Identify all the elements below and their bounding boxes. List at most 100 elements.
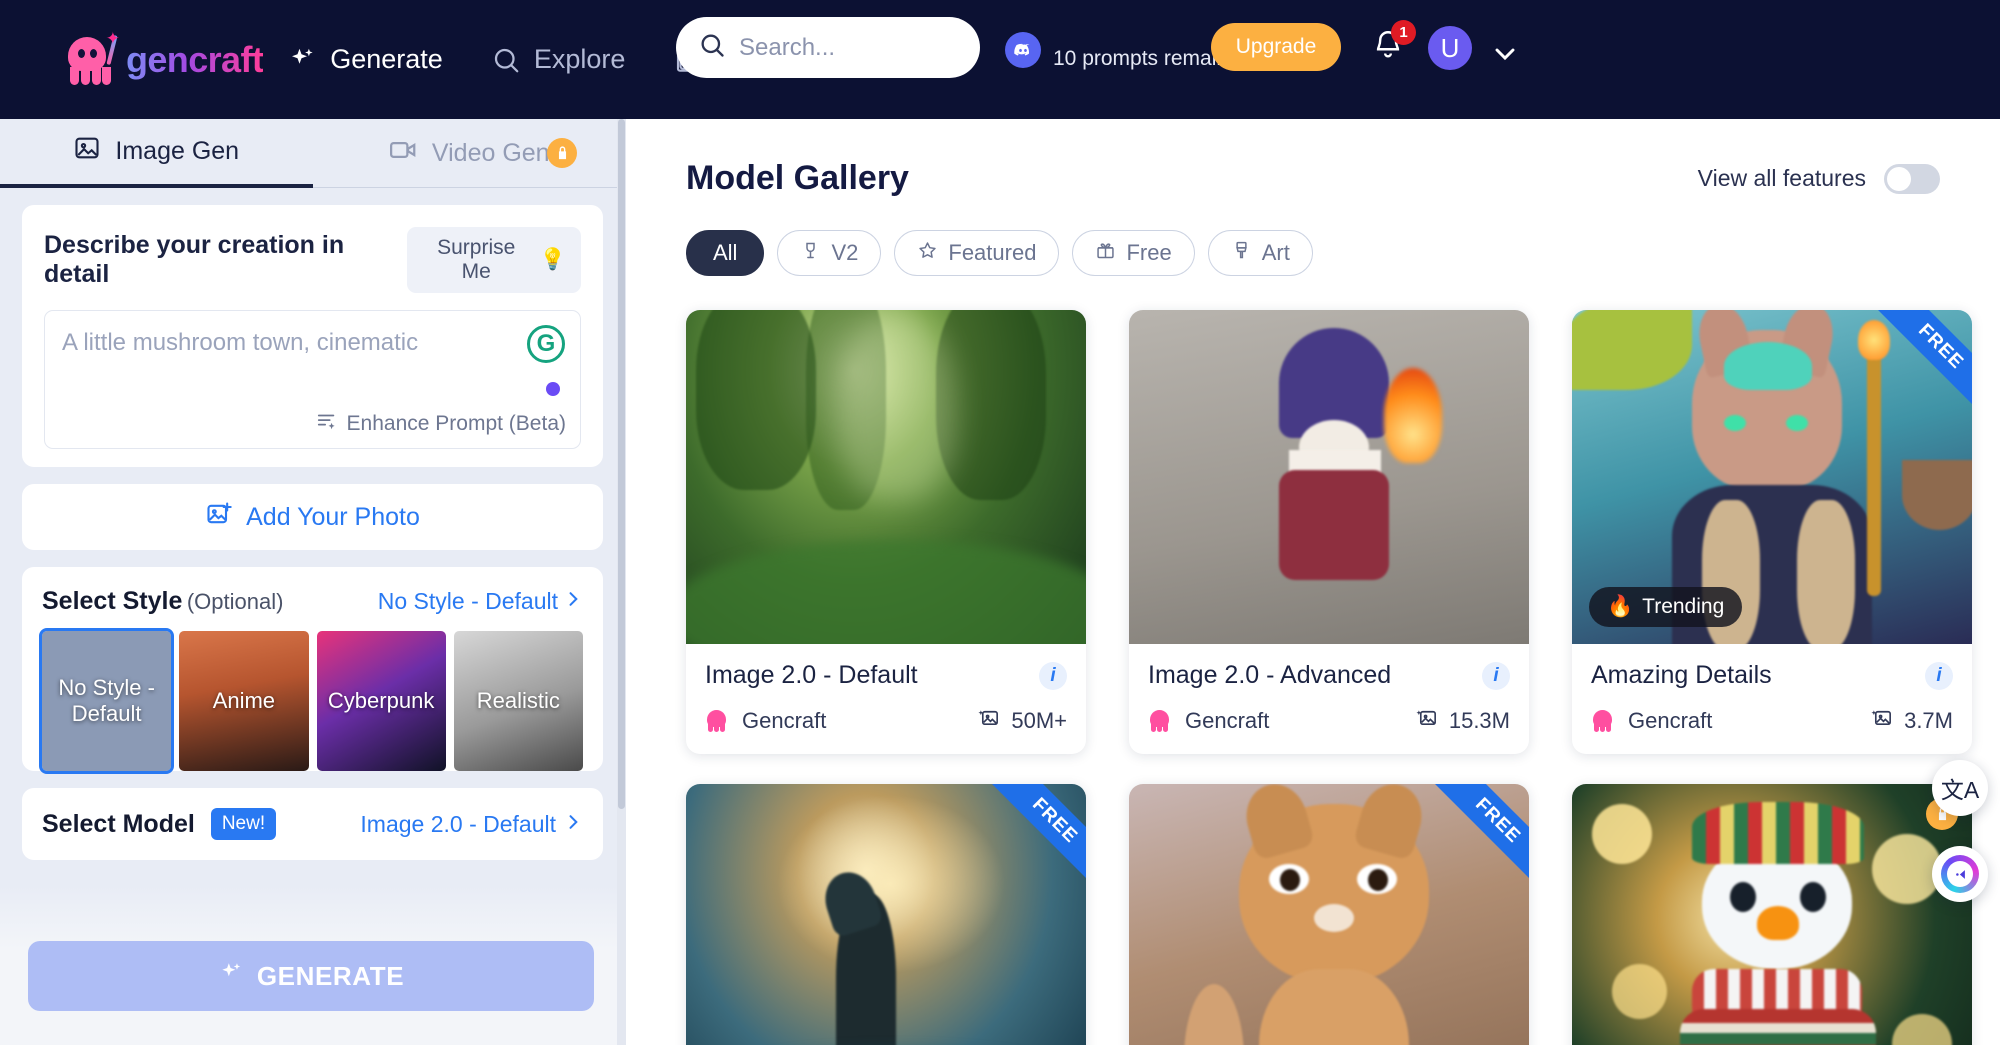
- style-label-0: No Style - Default: [58, 675, 155, 726]
- prompt-textarea[interactable]: A little mushroom town, cinematic G Enha…: [44, 310, 581, 449]
- status-dot: [546, 382, 560, 396]
- model-card-image: FREE: [1129, 784, 1529, 1045]
- info-icon[interactable]: i: [1482, 661, 1510, 690]
- chevron-right-icon: [563, 588, 583, 615]
- view-all-features-control[interactable]: View all features: [1698, 163, 1940, 194]
- video-icon: [388, 135, 418, 172]
- filter-art-label: Art: [1261, 240, 1290, 265]
- style-label-3: Realistic: [476, 688, 560, 713]
- bell-icon: [1371, 31, 1405, 66]
- model-author: Gencraft: [1591, 708, 1712, 734]
- lamp-icon: [800, 240, 821, 267]
- left-generation-panel: Image Gen Video Gen Describe your creati…: [0, 119, 625, 1045]
- style-label-1: Anime: [212, 688, 276, 713]
- search-icon: [491, 45, 521, 75]
- info-icon[interactable]: i: [1925, 661, 1953, 690]
- filter-free[interactable]: Free: [1072, 230, 1195, 276]
- model-author-label: Gencraft: [742, 707, 827, 733]
- octopus-logo-icon: ✦: [62, 29, 120, 87]
- filter-all[interactable]: All: [686, 230, 765, 276]
- filter-v2-label: V2: [831, 240, 859, 265]
- enhance-prompt-button[interactable]: Enhance Prompt (Beta): [316, 410, 566, 438]
- tab-image-gen-label: Image Gen: [115, 137, 240, 165]
- model-card-grid-row-2: FREE i FREE: [626, 754, 2000, 1045]
- upgrade-button[interactable]: Upgrade: [1211, 23, 1341, 71]
- model-uses: 15.3M: [1416, 706, 1510, 735]
- search-input[interactable]: Search...: [676, 17, 980, 78]
- select-style-link[interactable]: No Style - Default: [378, 588, 583, 615]
- octopus-logo-icon: [1148, 709, 1174, 732]
- notifications-button[interactable]: 1: [1371, 20, 1416, 72]
- model-card[interactable]: Image 2.0 - Default i Gencraft 50M+: [686, 310, 1086, 754]
- nav-explore[interactable]: Explore: [467, 0, 650, 119]
- model-card-grid-row-1: Image 2.0 - Default i Gencraft 50M+ Imag…: [626, 276, 2000, 754]
- left-panel-scrollbar[interactable]: [617, 119, 626, 1045]
- model-card[interactable]: FREE 🔥 Trending Amazing Details i Gencra…: [1572, 310, 1972, 754]
- prompt-placeholder: A little mushroom town, cinematic: [62, 329, 419, 356]
- search-icon: [698, 31, 726, 64]
- info-icon[interactable]: i: [1039, 661, 1067, 690]
- style-option-no-style[interactable]: No Style - Default: [38, 628, 175, 774]
- page-title: Model Gallery: [686, 159, 909, 197]
- free-ribbon-label: FREE: [1434, 784, 1529, 879]
- select-model-link[interactable]: Image 2.0 - Default: [360, 811, 583, 838]
- tab-video-gen[interactable]: Video Gen: [312, 119, 625, 188]
- style-option-cyberpunk[interactable]: Cyberpunk: [316, 631, 446, 771]
- model-card-image: [1572, 784, 1972, 1045]
- avatar[interactable]: U: [1428, 26, 1472, 70]
- enhance-icon: [316, 410, 338, 438]
- style-option-anime[interactable]: Anime: [179, 631, 309, 771]
- trending-badge: 🔥 Trending: [1589, 587, 1743, 627]
- scrollbar-thumb[interactable]: [618, 119, 625, 809]
- star-icon: [917, 240, 938, 267]
- model-card-image: FREE 🔥 Trending: [1572, 310, 1972, 644]
- chevron-down-icon[interactable]: [1489, 38, 1521, 75]
- view-all-features-toggle[interactable]: [1884, 163, 1940, 194]
- surprise-me-button[interactable]: Surprise Me 💡: [406, 227, 581, 293]
- brush-icon: [1231, 240, 1252, 267]
- chat-assistant-icon: [1941, 855, 1979, 893]
- model-name: Image 2.0 - Default: [705, 661, 918, 689]
- free-ribbon-label: FREE: [1877, 310, 1972, 405]
- model-uses: 3.7M: [1871, 706, 1953, 735]
- filter-featured[interactable]: Featured: [894, 230, 1060, 276]
- chevron-right-icon: [563, 811, 583, 838]
- model-name: Image 2.0 - Advanced: [1148, 661, 1392, 689]
- model-author-label: Gencraft: [1628, 707, 1713, 733]
- discord-icon[interactable]: [1005, 32, 1041, 68]
- nav-generate-label: Generate: [330, 44, 443, 74]
- model-uses-label: 50M+: [1011, 707, 1067, 733]
- chat-assistant-button[interactable]: [1932, 846, 1988, 902]
- tab-image-gen[interactable]: Image Gen: [0, 119, 313, 188]
- filter-v2[interactable]: V2: [777, 230, 882, 276]
- translate-button[interactable]: 文A: [1932, 760, 1988, 816]
- octopus-logo-icon: [705, 709, 731, 732]
- model-card[interactable]: FREE i: [686, 784, 1086, 1045]
- prompt-title: Describe your creation in detail: [44, 231, 345, 288]
- new-badge: New!: [210, 808, 277, 840]
- model-card[interactable]: i: [1572, 784, 1972, 1045]
- add-your-photo-button[interactable]: Add Your Photo: [22, 484, 603, 550]
- model-author: Gencraft: [1148, 708, 1269, 734]
- select-style-card: Select Style (Optional) No Style - Defau…: [22, 567, 603, 774]
- model-card-image: FREE: [686, 784, 1086, 1045]
- trending-label: Trending: [1642, 595, 1725, 618]
- grammarly-icon[interactable]: G: [527, 325, 565, 363]
- filter-free-label: Free: [1126, 240, 1172, 265]
- select-model-card: Select Model New! Image 2.0 - Default: [22, 788, 603, 860]
- filter-pill-row: All V2 Featured Free Art: [626, 198, 2000, 276]
- nav-generate[interactable]: Generate: [263, 0, 467, 119]
- free-ribbon: FREE: [1434, 784, 1529, 879]
- generate-button[interactable]: GENERATE: [28, 941, 594, 1011]
- free-ribbon: FREE: [1877, 310, 1972, 405]
- brand-logo[interactable]: ✦ gencraft: [62, 29, 264, 87]
- model-card[interactable]: FREE i: [1129, 784, 1529, 1045]
- model-card-image: [686, 310, 1086, 644]
- generations-icon: [978, 706, 1001, 735]
- style-option-realistic[interactable]: Realistic: [453, 631, 583, 771]
- generate-label: GENERATE: [256, 960, 405, 991]
- style-label-2: Cyberpunk: [327, 688, 435, 713]
- model-card[interactable]: Image 2.0 - Advanced i Gencraft 15.3M: [1129, 310, 1529, 754]
- filter-art[interactable]: Art: [1207, 230, 1313, 276]
- selected-style-value: No Style - Default: [377, 588, 558, 614]
